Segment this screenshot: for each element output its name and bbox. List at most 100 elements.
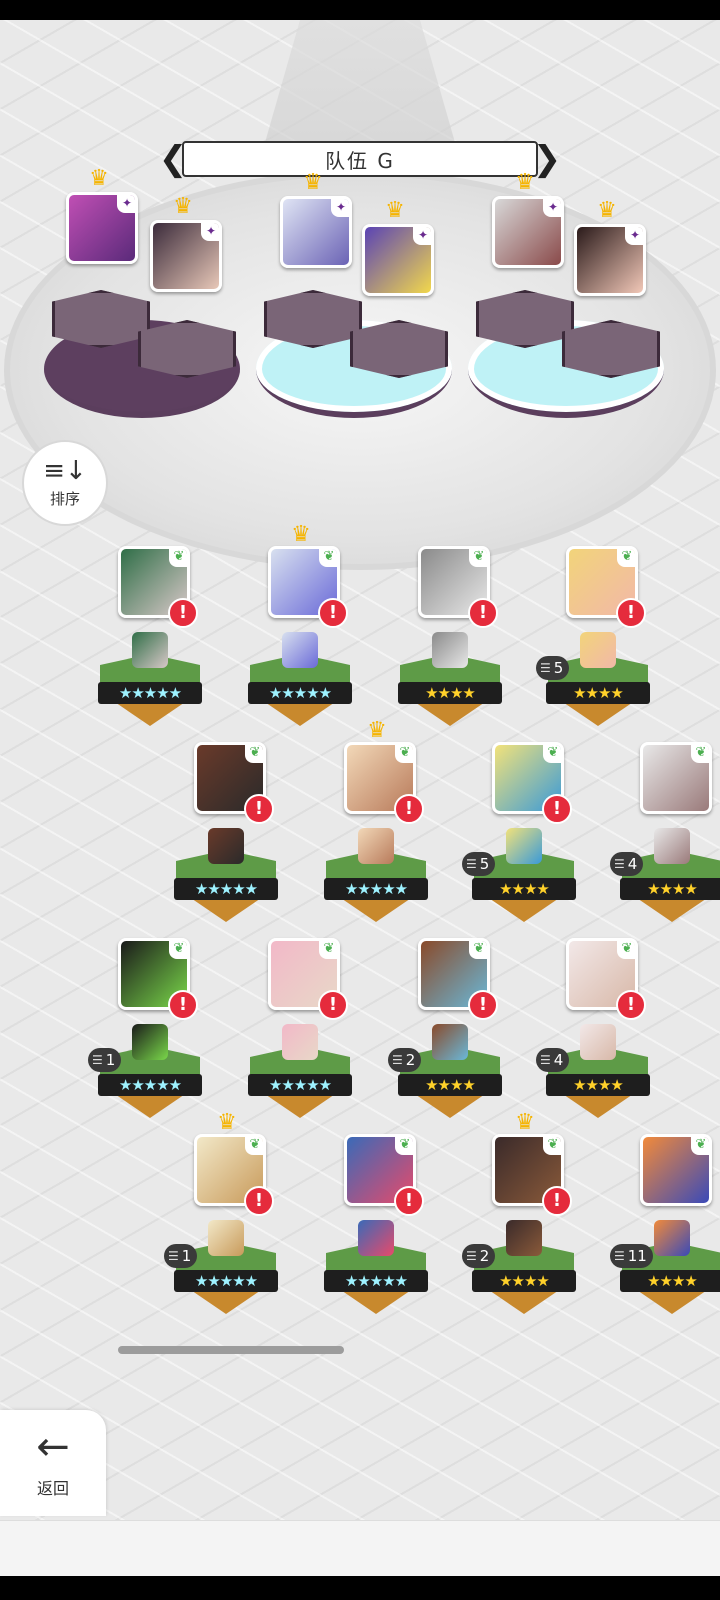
leaf-icon: ❦: [245, 1137, 263, 1155]
team-slot-block: [476, 290, 574, 348]
duplicate-count-badge: ☰ 5: [462, 852, 496, 876]
star-rating: ★★★★★: [248, 682, 352, 704]
element-icon: ✦: [117, 195, 135, 213]
element-icon: ✦: [331, 199, 349, 217]
hero-tile[interactable]: ★★★★★: [324, 828, 428, 930]
alert-badge: !: [244, 1186, 274, 1216]
prev-team-button[interactable]: ❮: [159, 135, 188, 183]
alert-badge: !: [542, 794, 572, 824]
alert-badge: !: [244, 794, 274, 824]
hero-sprite: [432, 632, 468, 668]
star-rating: ★★★★★: [248, 1074, 352, 1096]
hero-sprite: [432, 1024, 468, 1060]
hero-sprite: [208, 1220, 244, 1256]
leaf-icon: ❦: [543, 745, 561, 763]
team-hero-portrait[interactable]: ✦: [362, 224, 434, 296]
stack-icon: ☰: [540, 1053, 551, 1067]
stack-icon: ☰: [392, 1053, 403, 1067]
crown-icon: ♛: [367, 718, 387, 743]
hero-sprite: [208, 828, 244, 864]
duplicate-count: 2: [479, 1247, 490, 1265]
crown-icon: ♛: [173, 194, 193, 219]
hero-portrait[interactable]: ❦: [640, 742, 712, 814]
sort-button[interactable]: ≡↓ 排序: [22, 440, 108, 526]
crown-icon: ♛: [515, 170, 535, 195]
stack-icon: ☰: [168, 1249, 179, 1263]
duplicate-count: 2: [405, 1051, 416, 1069]
horizontal-scrollbar[interactable]: [118, 1346, 344, 1354]
duplicate-count: 4: [627, 855, 638, 873]
duplicate-count-badge: ☰ 4: [536, 1048, 570, 1072]
duplicate-count-badge: ☰ 4: [610, 852, 644, 876]
leaf-icon: ❦: [319, 941, 337, 959]
crown-icon: ♛: [291, 522, 311, 547]
leaf-icon: ❦: [691, 745, 709, 763]
leaf-icon: ❦: [169, 941, 187, 959]
hero-sprite: [506, 1220, 542, 1256]
hero-sprite: [654, 828, 690, 864]
hero-sprite: [132, 632, 168, 668]
duplicate-count-badge: ☰ 11: [610, 1244, 653, 1268]
team-hero-portrait[interactable]: ✦: [574, 224, 646, 296]
duplicate-count: 5: [479, 855, 490, 873]
navigation-bar: [0, 1576, 720, 1600]
star-rating: ★★★★★: [174, 1270, 278, 1292]
hero-portrait[interactable]: ❦: [640, 1134, 712, 1206]
team-slot-block: [350, 320, 448, 378]
alert-badge: !: [542, 1186, 572, 1216]
hero-sprite: [580, 1024, 616, 1060]
alert-badge: !: [394, 794, 424, 824]
crown-icon: ♛: [89, 166, 109, 191]
hero-tile[interactable]: ★★★★★: [174, 828, 278, 930]
team-hero-portrait[interactable]: ✦: [280, 196, 352, 268]
duplicate-count: 5: [553, 659, 564, 677]
alert-badge: !: [318, 598, 348, 628]
stack-icon: ☰: [466, 1249, 477, 1263]
star-rating: ★★★★★: [324, 1270, 428, 1292]
element-icon: ✦: [543, 199, 561, 217]
duplicate-count: 1: [181, 1247, 192, 1265]
alert-badge: !: [468, 598, 498, 628]
element-icon: ✦: [625, 227, 643, 245]
stack-icon: ☰: [92, 1053, 103, 1067]
back-button[interactable]: ← 返回: [0, 1410, 106, 1516]
status-bar: [0, 0, 720, 20]
star-rating: ★★★★: [620, 878, 720, 900]
star-rating: ★★★★★: [174, 878, 278, 900]
star-rating: ★★★★: [546, 682, 650, 704]
element-icon: ✦: [201, 223, 219, 241]
alert-badge: !: [616, 598, 646, 628]
hero-tile[interactable]: ★★★★★: [98, 632, 202, 734]
star-rating: ★★★★: [472, 1270, 576, 1292]
hero-tile[interactable]: ★★★★: [398, 632, 502, 734]
team-hero-portrait[interactable]: ✦: [66, 192, 138, 264]
hero-sprite: [580, 632, 616, 668]
star-rating: ★★★★: [398, 682, 502, 704]
crown-icon: ♛: [385, 198, 405, 223]
team-hero-portrait[interactable]: ✦: [492, 196, 564, 268]
hero-sprite: [282, 1024, 318, 1060]
leaf-icon: ❦: [469, 941, 487, 959]
star-rating: ★★★★: [620, 1270, 720, 1292]
team-slot-block: [138, 320, 236, 378]
leaf-icon: ❦: [395, 745, 413, 763]
alert-badge: !: [168, 598, 198, 628]
hero-sprite: [654, 1220, 690, 1256]
leaf-icon: ❦: [691, 1137, 709, 1155]
stack-icon: ☰: [614, 1249, 625, 1263]
star-rating: ★★★★★: [98, 1074, 202, 1096]
leaf-icon: ❦: [543, 1137, 561, 1155]
hero-sprite: [358, 1220, 394, 1256]
hero-tile[interactable]: ★★★★★: [324, 1220, 428, 1322]
leaf-icon: ❦: [617, 549, 635, 567]
duplicate-count-badge: ☰ 1: [88, 1048, 122, 1072]
duplicate-count: 4: [553, 1051, 564, 1069]
duplicate-count: 11: [627, 1247, 647, 1265]
alert-badge: !: [168, 990, 198, 1020]
hero-tile[interactable]: ★★★★★: [248, 1024, 352, 1126]
leaf-icon: ❦: [395, 1137, 413, 1155]
team-hero-portrait[interactable]: ✦: [150, 220, 222, 292]
hero-tile[interactable]: ★★★★★: [248, 632, 352, 734]
alert-badge: !: [468, 990, 498, 1020]
team-slot-block: [52, 290, 150, 348]
